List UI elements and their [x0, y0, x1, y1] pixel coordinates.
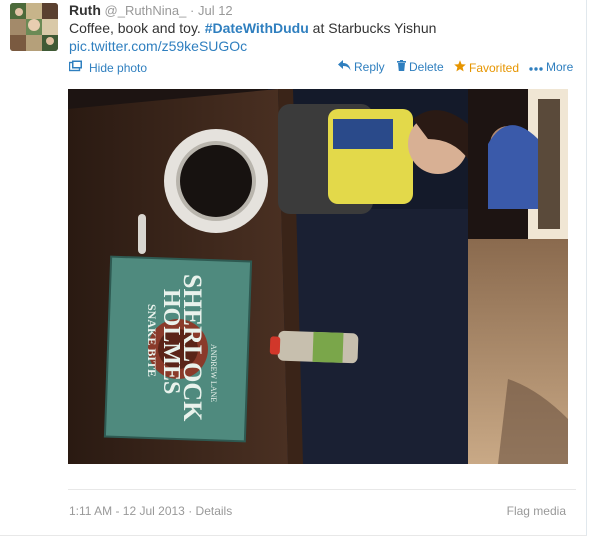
- photo-icon: [68, 60, 83, 75]
- pic-link[interactable]: pic.twitter.com/z59keSUGOc: [69, 37, 247, 55]
- tweet-actions: Hide photo Reply Delete Favorited More: [68, 60, 576, 78]
- tweet-text-before: Coffee, book and toy.: [69, 20, 205, 36]
- flag-media-link[interactable]: Flag media: [507, 504, 566, 518]
- more-button[interactable]: More: [529, 60, 573, 74]
- delete-button[interactable]: Delete: [397, 60, 444, 74]
- reply-label: Reply: [354, 60, 385, 74]
- footer-separator: ·: [188, 504, 193, 518]
- tweet-text-after: at Starbucks Yishun: [308, 20, 437, 36]
- hide-photo-button[interactable]: Hide photo: [68, 60, 148, 75]
- trash-icon: [397, 60, 406, 74]
- tweet-timestamp[interactable]: 1:11 AM - 12 Jul 2013: [69, 504, 185, 518]
- tweet-header: Ruth @_RuthNina_ · Jul 12: [69, 2, 233, 19]
- tweet-time[interactable]: Jul 12: [198, 3, 233, 18]
- user-handle[interactable]: @_RuthNina_: [105, 3, 187, 18]
- reply-icon: [338, 60, 351, 74]
- tweet-photo-image: ANDREW LANE SHERLOCK HOLMES SNAKE BITE: [68, 89, 568, 464]
- hide-photo-label: Hide photo: [89, 60, 148, 75]
- avatar[interactable]: [10, 3, 58, 51]
- book-author: ANDREW LANE: [209, 344, 218, 402]
- star-icon: [454, 60, 466, 75]
- ellipsis-icon: [529, 60, 543, 74]
- book-title-line3: SNAKE BITE: [145, 304, 159, 377]
- header-separator: ·: [190, 3, 195, 18]
- favorited-button[interactable]: Favorited: [454, 60, 519, 75]
- details-link[interactable]: Details: [196, 504, 233, 518]
- book-title-line2: HOLMES: [158, 289, 184, 394]
- delete-label: Delete: [409, 60, 444, 74]
- footer-divider: [68, 489, 576, 490]
- tweet-card: Ruth @_RuthNina_ · Jul 12 Coffee, book a…: [0, 0, 587, 536]
- tweet-photo[interactable]: ANDREW LANE SHERLOCK HOLMES SNAKE BITE: [68, 89, 568, 464]
- user-fullname[interactable]: Ruth: [69, 2, 101, 18]
- favorited-label: Favorited: [469, 60, 520, 75]
- hashtag-link[interactable]: #DateWithDudu: [205, 20, 309, 36]
- avatar-collage-image: [10, 3, 58, 51]
- reply-button[interactable]: Reply: [338, 60, 385, 74]
- tweet-footer: 1:11 AM - 12 Jul 2013 · Details: [69, 504, 232, 518]
- more-label: More: [546, 60, 574, 74]
- tweet-text: Coffee, book and toy. #DateWithDudu at S…: [69, 19, 436, 37]
